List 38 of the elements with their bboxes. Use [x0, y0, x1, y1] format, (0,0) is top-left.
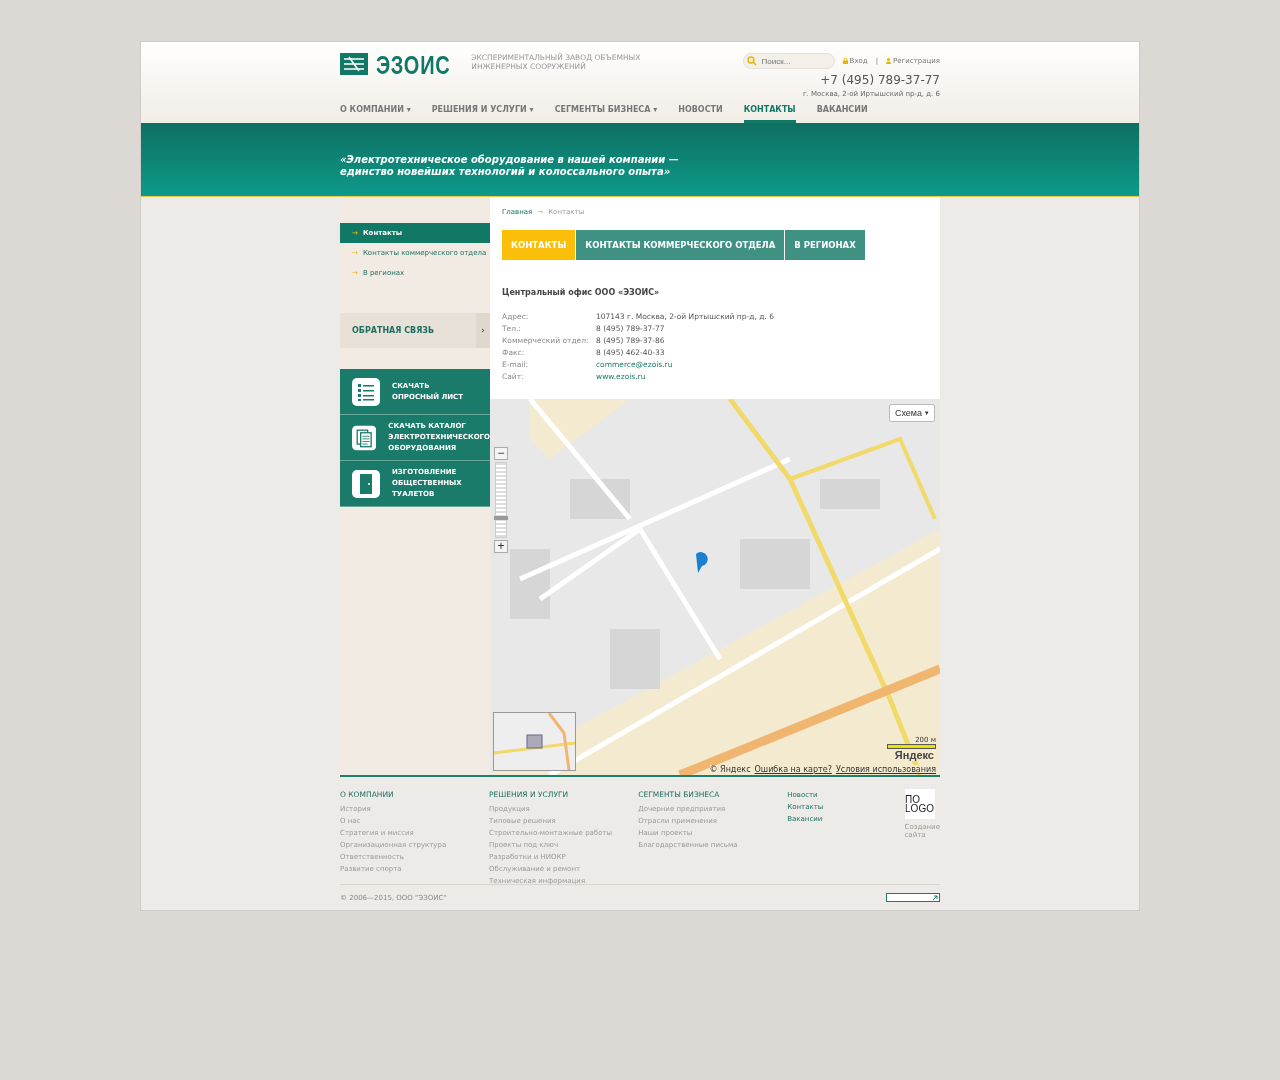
dropdown-label: Схема [894, 408, 922, 418]
documents-icon [352, 423, 377, 452]
caret-icon: ▾ [406, 105, 411, 114]
caret-icon: ▾ [529, 105, 534, 114]
zoom-out-button[interactable]: − [494, 447, 508, 460]
lock-icon [842, 58, 848, 64]
counter-icon[interactable] [886, 893, 940, 902]
map-brand: Яндекс [892, 749, 936, 761]
nav-item[interactable]: НОВОСТИ [678, 105, 723, 123]
banner-quote: «Электротехническое оборудование в нашей компании — единство новейших технологий и колоссального опыта» [340, 153, 680, 178]
search-field[interactable]: Поиск... [742, 53, 835, 69]
zoom-thumb[interactable] [494, 515, 508, 520]
logo-icon[interactable] [340, 53, 368, 75]
zoom-in-button[interactable]: + [494, 540, 508, 553]
nav-item[interactable]: О КОМПАНИИ ▾ [340, 105, 411, 123]
user-icon [886, 58, 892, 64]
copyright-text: © Яндекс [709, 765, 751, 774]
scale-bar [887, 744, 936, 749]
search-icon[interactable] [746, 56, 757, 66]
logo-text[interactable]: ЭЗОИС [376, 53, 451, 77]
studio-logo[interactable]: ПО LOGO [904, 789, 935, 819]
caret-icon: ▾ [653, 105, 658, 114]
zoom-slider[interactable] [495, 462, 507, 538]
feedback-button[interactable]: ОБРАТНАЯ СВЯЗЬ › [340, 313, 490, 348]
map-link[interactable]: Ошибка на карте? [754, 765, 832, 774]
feedback-label: ОБРАТНАЯ СВЯЗЬ [352, 326, 435, 335]
chevron-icon: › [476, 313, 490, 348]
nav-item[interactable]: СЕГМЕНТЫ БИЗНЕСА ▾ [554, 105, 658, 123]
minimap[interactable] [493, 712, 576, 771]
nav-item[interactable]: РЕШЕНИЯ И УСЛУГИ ▾ [431, 105, 534, 123]
tab[interactable]: КОНТАКТЫ КОММЕРЧЕСКОГО ОТДЕЛА [576, 230, 785, 260]
phone-number: +7 (495) 789-37-77 [820, 73, 940, 87]
checklist-icon [352, 377, 380, 406]
door-icon [352, 469, 380, 498]
tab[interactable]: В РЕГИОНАХ [785, 230, 865, 260]
nav-item[interactable]: ВАКАНСИИ [816, 105, 868, 123]
office-title: Центральный офис ООО «ЭЗОИС» [502, 288, 661, 297]
map-link[interactable]: Условия использования [835, 765, 936, 774]
